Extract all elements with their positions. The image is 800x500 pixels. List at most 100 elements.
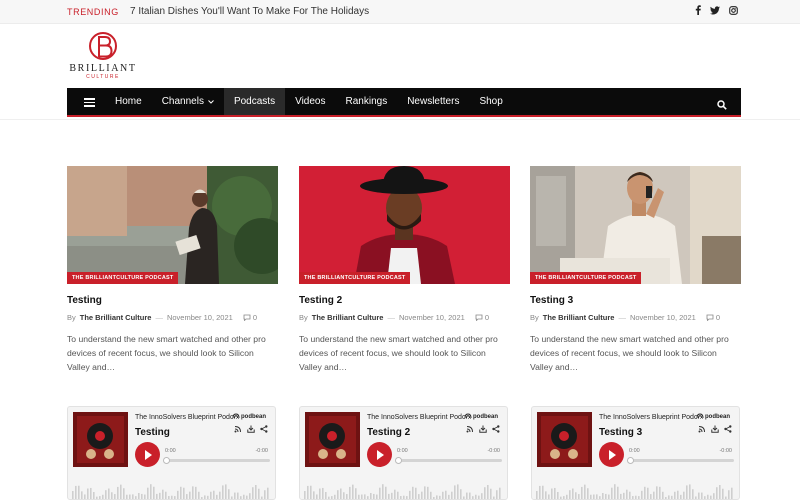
- nav-item-home[interactable]: Home: [105, 88, 152, 115]
- nav-item-label: Home: [115, 96, 142, 107]
- share-icon[interactable]: [724, 425, 732, 433]
- share-icon[interactable]: [260, 425, 268, 433]
- share-icon[interactable]: [492, 425, 500, 433]
- author-link[interactable]: The Brilliant Culture: [312, 313, 384, 322]
- comments-link[interactable]: 0: [475, 313, 489, 322]
- podcast-cover-art[interactable]: [73, 412, 128, 467]
- current-time: 0:00: [397, 448, 408, 454]
- article-thumbnail[interactable]: THE BRILLIANTCULTURE PODCAST: [67, 166, 278, 284]
- remaining-time: -0:00: [719, 448, 732, 454]
- logo-wordmark: BRILLIANT: [69, 63, 137, 74]
- progress-handle[interactable]: [627, 457, 634, 464]
- podbean-icon: [464, 413, 472, 419]
- article-meta: By The Brilliant Culture — November 10, …: [530, 313, 720, 322]
- meta-by: By: [67, 313, 76, 322]
- article-thumbnail[interactable]: THE BRILLIANTCULTURE PODCAST: [299, 166, 510, 284]
- download-icon[interactable]: [247, 425, 255, 433]
- nav-item-label: Shop: [479, 96, 503, 107]
- download-icon[interactable]: [711, 425, 719, 433]
- top-bar: TRENDING 7 Italian Dishes You'll Want To…: [0, 0, 800, 24]
- comment-icon: [475, 314, 483, 321]
- podbean-icon: [232, 413, 240, 419]
- nav-item-channels[interactable]: Channels: [152, 88, 224, 115]
- meta-by: By: [530, 313, 539, 322]
- waveform[interactable]: [536, 477, 736, 500]
- current-time: 0:00: [629, 448, 640, 454]
- author-link[interactable]: The Brilliant Culture: [543, 313, 615, 322]
- episode-title: Testing 3: [599, 427, 643, 438]
- podcast-cover-art[interactable]: [305, 412, 360, 467]
- trending-label: TRENDING: [67, 7, 119, 17]
- article-thumbnail[interactable]: THE BRILLIANTCULTURE PODCAST: [530, 166, 741, 284]
- progress-handle[interactable]: [395, 457, 402, 464]
- podcast-show-title[interactable]: The InnoSolvers Blueprint Podc...: [599, 414, 703, 421]
- article-title[interactable]: Testing 2: [299, 295, 510, 306]
- article-excerpt: To understand the new smart watched and …: [299, 334, 498, 372]
- nav-item-rankings[interactable]: Rankings: [336, 88, 398, 115]
- podbean-logo[interactable]: podbean: [464, 413, 498, 421]
- author-link[interactable]: The Brilliant Culture: [80, 313, 152, 322]
- chevron-down-icon: [208, 99, 214, 104]
- podbean-label: podbean: [473, 414, 498, 420]
- podcast-cover-art[interactable]: [537, 412, 592, 467]
- nav-item-podcasts[interactable]: Podcasts: [223, 88, 286, 115]
- nav-item-shop[interactable]: Shop: [469, 88, 512, 115]
- nav-item-label: Podcasts: [233, 96, 276, 107]
- comment-count: 0: [484, 313, 489, 322]
- nav-item-label: Newsletters: [407, 96, 460, 107]
- publish-date: November 10, 2021: [398, 313, 465, 322]
- nav-item-newsletters[interactable]: Newsletters: [397, 88, 469, 115]
- player-actions: [234, 425, 268, 433]
- current-time: 0:00: [165, 448, 176, 454]
- podbean-logo[interactable]: podbean: [232, 413, 266, 421]
- category-badge[interactable]: THE BRILLIANTCULTURE PODCAST: [530, 272, 642, 284]
- header-divider: [0, 119, 800, 120]
- social-links: [695, 5, 738, 15]
- nav-item-videos[interactable]: Videos: [285, 88, 335, 115]
- progress-slider[interactable]: [627, 457, 734, 464]
- podcast-player: The InnoSolvers Blueprint Podc... podbea…: [299, 406, 508, 500]
- twitter-icon[interactable]: [710, 5, 720, 15]
- publish-date: November 10, 2021: [629, 313, 696, 322]
- waveform[interactable]: [304, 477, 504, 500]
- rss-icon[interactable]: [234, 425, 242, 433]
- rss-icon[interactable]: [698, 425, 706, 433]
- progress-slider[interactable]: [163, 457, 270, 464]
- comments-link[interactable]: 0: [243, 313, 257, 322]
- article-title[interactable]: Testing: [67, 295, 278, 306]
- progress-handle[interactable]: [163, 457, 170, 464]
- article-title[interactable]: Testing 3: [530, 295, 741, 306]
- article-card: THE BRILLIANTCULTURE PODCAST Testing 2 B…: [299, 166, 510, 374]
- instagram-icon[interactable]: [729, 5, 738, 15]
- article-excerpt: To understand the new smart watched and …: [530, 334, 729, 372]
- podcast-show-title[interactable]: The InnoSolvers Blueprint Podc...: [367, 414, 471, 421]
- podbean-label: podbean: [705, 414, 730, 420]
- category-badge[interactable]: THE BRILLIANTCULTURE PODCAST: [67, 272, 179, 284]
- comment-icon: [706, 314, 714, 321]
- article-card: THE BRILLIANTCULTURE PODCAST Testing By …: [67, 166, 278, 374]
- facebook-icon[interactable]: [695, 5, 701, 15]
- podbean-icon: [696, 413, 704, 419]
- progress-slider[interactable]: [395, 457, 502, 464]
- rss-icon[interactable]: [466, 425, 474, 433]
- meta-by: By: [299, 313, 308, 322]
- comments-link[interactable]: 0: [706, 313, 720, 322]
- nav-item-label: Rankings: [345, 96, 388, 107]
- episode-title: Testing: [135, 427, 170, 438]
- trending-headline-link[interactable]: 7 Italian Dishes You'll Want To Make For…: [130, 6, 369, 17]
- category-badge[interactable]: THE BRILLIANTCULTURE PODCAST: [299, 272, 411, 284]
- nav-item-label: Channels: [161, 96, 204, 107]
- play-button[interactable]: [135, 442, 160, 467]
- play-button[interactable]: [599, 442, 624, 467]
- podcast-player: The InnoSolvers Blueprint Podc... podbea…: [67, 406, 276, 500]
- menu-icon[interactable]: [84, 98, 95, 107]
- podbean-logo[interactable]: podbean: [696, 413, 730, 421]
- download-icon[interactable]: [479, 425, 487, 433]
- waveform[interactable]: [72, 477, 272, 500]
- podcast-show-title[interactable]: The InnoSolvers Blueprint Podc...: [135, 414, 239, 421]
- comment-icon: [243, 314, 251, 321]
- search-icon[interactable]: [717, 97, 727, 115]
- site-logo[interactable]: BRILLIANT CULTURE: [68, 30, 138, 82]
- play-button[interactable]: [367, 442, 392, 467]
- comment-count: 0: [252, 313, 257, 322]
